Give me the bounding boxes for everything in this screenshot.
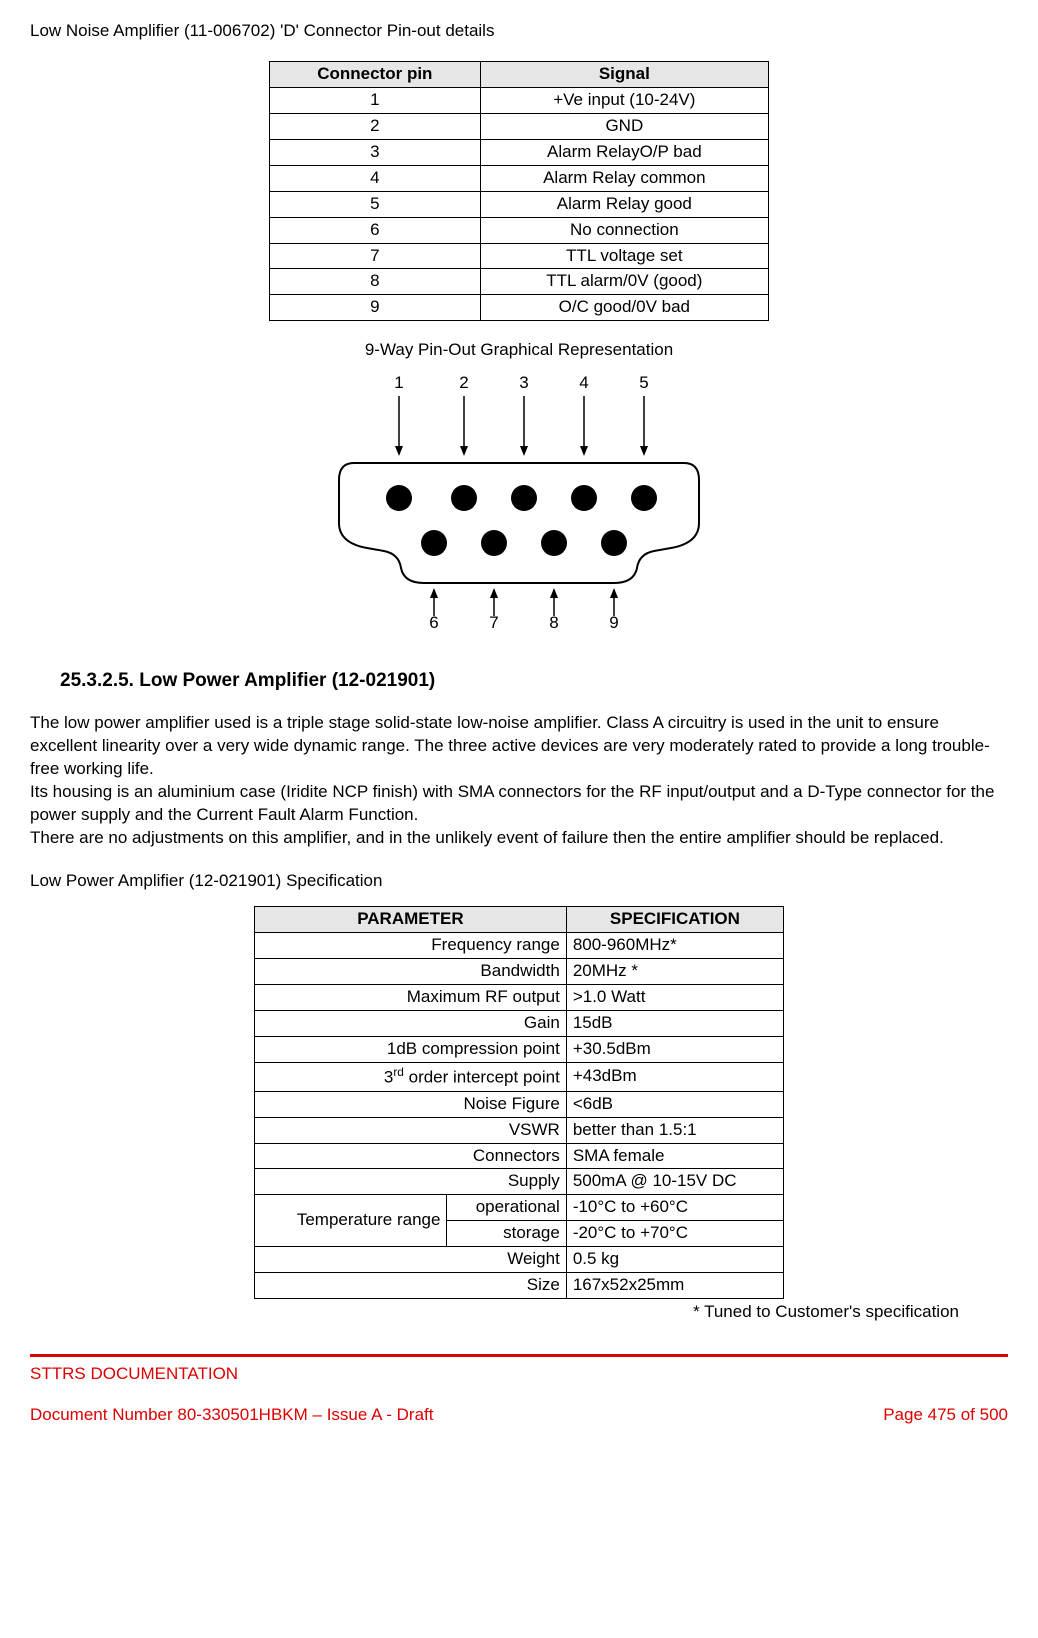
svg-text:5: 5 — [639, 373, 648, 392]
table-row: 5Alarm Relay good — [270, 191, 769, 217]
table-row: 1+Ve input (10-24V) — [270, 87, 769, 113]
svg-text:7: 7 — [489, 613, 498, 628]
table-row: 8TTL alarm/0V (good) — [270, 269, 769, 295]
footer-page: Page 475 of 500 — [883, 1404, 1008, 1427]
table-row: 4Alarm Relay common — [270, 165, 769, 191]
table-row: VSWRbetter than 1.5:1 — [255, 1117, 784, 1143]
table-row: ConnectorsSMA female — [255, 1143, 784, 1169]
title-line: Low Noise Amplifier (11-006702) 'D' Conn… — [30, 20, 1008, 43]
svg-text:9: 9 — [609, 613, 618, 628]
footer-divider — [30, 1354, 1008, 1357]
spec-table: PARAMETER SPECIFICATION Frequency range8… — [254, 906, 784, 1299]
section-heading: 25.3.2.5. Low Power Amplifier (12-021901… — [60, 668, 1008, 694]
pinout-header-signal: Signal — [480, 61, 768, 87]
table-row: 7TTL voltage set — [270, 243, 769, 269]
footer-docnum: Document Number 80-330501HBKM – Issue A … — [30, 1404, 433, 1427]
spec-header-param: PARAMETER — [255, 907, 567, 933]
table-row: Noise Figure<6dB — [255, 1091, 784, 1117]
spec-caption: Low Power Amplifier (12-021901) Specific… — [30, 870, 1008, 893]
table-row: Weight0.5 kg — [255, 1247, 784, 1273]
table-row: 3Alarm RelayO/P bad — [270, 139, 769, 165]
table-row: Temperature rangeoperational-10°C to +60… — [255, 1195, 784, 1221]
diagram-caption: 9-Way Pin-Out Graphical Representation — [30, 339, 1008, 362]
table-row: Bandwidth20MHz * — [255, 959, 784, 985]
table-row: 3rd order intercept point+43dBm — [255, 1063, 784, 1092]
svg-text:1: 1 — [394, 373, 403, 392]
svg-text:3: 3 — [519, 373, 528, 392]
table-row: 6No connection — [270, 217, 769, 243]
pinout-table: Connector pin Signal 1+Ve input (10-24V)… — [269, 61, 769, 321]
table-row: Supply500mA @ 10-15V DC — [255, 1169, 784, 1195]
body-paragraph: The low power amplifier used is a triple… — [30, 712, 1008, 850]
table-row: Maximum RF output>1.0 Watt — [255, 985, 784, 1011]
table-row: 9O/C good/0V bad — [270, 295, 769, 321]
spec-header-spec: SPECIFICATION — [566, 907, 783, 933]
pinout-header-pin: Connector pin — [270, 61, 481, 87]
table-row: Size167x52x25mm — [255, 1273, 784, 1299]
table-row: Gain15dB — [255, 1011, 784, 1037]
connector-diagram: 9-Way Pin-Out Graphical Representation 1… — [30, 339, 1008, 628]
svg-text:2: 2 — [459, 373, 468, 392]
table-row: 2GND — [270, 113, 769, 139]
db9-connector-svg: 1 2 3 4 5 6 7 8 9 — [329, 368, 709, 628]
footer-title: STTRS DOCUMENTATION — [30, 1363, 1008, 1386]
table-row: Frequency range800-960MHz* — [255, 933, 784, 959]
table-row: 1dB compression point+30.5dBm — [255, 1037, 784, 1063]
spec-footnote: * Tuned to Customer's specification — [79, 1301, 959, 1324]
svg-text:4: 4 — [579, 373, 588, 392]
svg-text:8: 8 — [549, 613, 558, 628]
svg-text:6: 6 — [429, 613, 438, 628]
